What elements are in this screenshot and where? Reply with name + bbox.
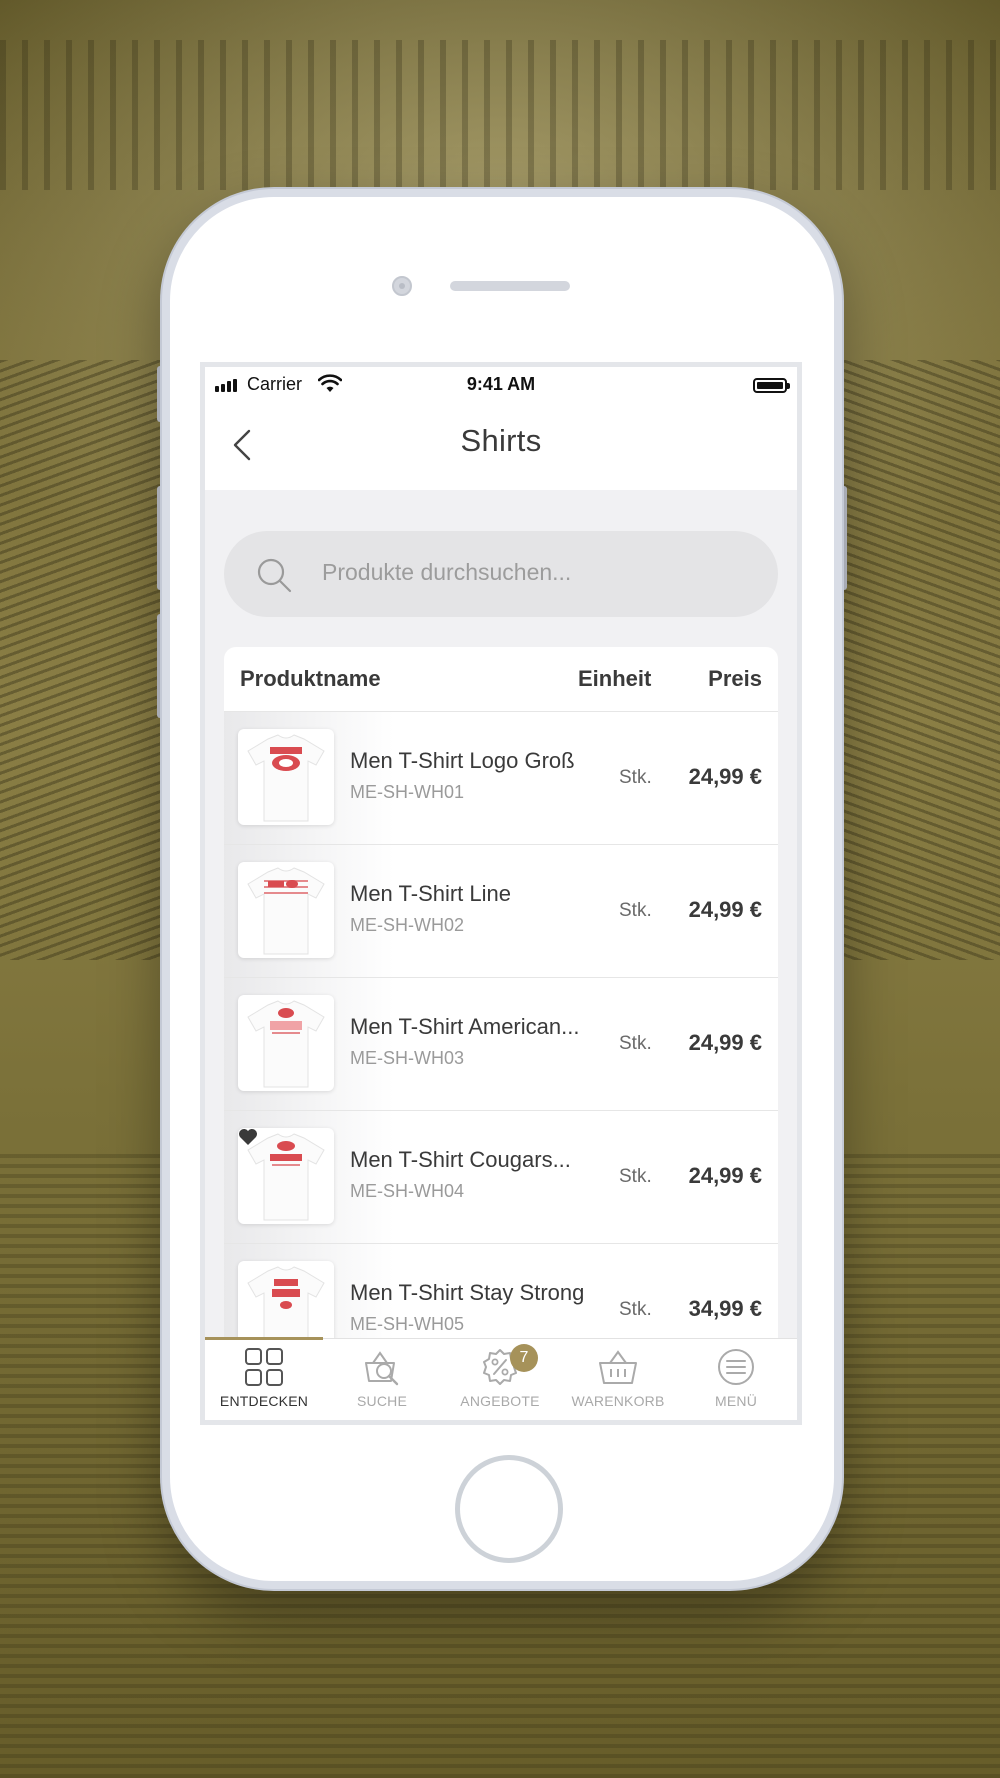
product-name: Men T-Shirt Stay Strong xyxy=(350,1280,585,1305)
stadium-roof xyxy=(0,40,1000,190)
tshirt-icon xyxy=(247,734,325,822)
app-screen: Carrier 9:41 AM Shirts Produkte durchsuc… xyxy=(200,362,802,1425)
table-row[interactable]: Men T-Shirt Cougars... ME-SH-WH04 Stk. 2… xyxy=(224,1111,778,1244)
tab-warenkorb[interactable]: WARENKORB xyxy=(559,1339,677,1420)
tab-label: MENÜ xyxy=(714,1393,758,1409)
product-price: 24,99 € xyxy=(688,1030,762,1055)
home-button[interactable] xyxy=(455,1455,563,1563)
product-image xyxy=(238,995,334,1091)
search-icon xyxy=(257,558,292,593)
column-header-name: Produktname xyxy=(240,666,381,691)
column-header-price: Preis xyxy=(708,666,762,691)
product-name: Men T-Shirt Cougars... xyxy=(350,1147,571,1172)
product-name: Men T-Shirt Line xyxy=(350,881,512,906)
front-camera xyxy=(392,276,412,296)
tab-label: WARENKORB xyxy=(571,1393,665,1409)
product-sku: ME-SH-WH05 xyxy=(350,1314,465,1334)
tab-label: ANGEBOTE xyxy=(460,1393,540,1409)
tab-label: ENTDECKEN xyxy=(219,1393,309,1409)
status-time: 9:41 AM xyxy=(466,374,536,394)
basket-search-icon xyxy=(365,1351,399,1386)
earpiece-speaker xyxy=(450,281,570,291)
product-unit: Stk. xyxy=(619,767,652,788)
product-price: 34,99 € xyxy=(688,1296,762,1321)
tab-angebote[interactable]: 7 ANGEBOTE xyxy=(441,1339,559,1420)
basket-icon xyxy=(599,1350,637,1384)
search-input[interactable]: Produkte durchsuchen... xyxy=(224,531,778,617)
table-row[interactable]: Men T-Shirt Logo Groß ME-SH-WH01 Stk. 24… xyxy=(224,712,778,845)
product-image xyxy=(238,1128,334,1224)
table-row[interactable]: Men T-Shirt American... ME-SH-WH03 Stk. … xyxy=(224,978,778,1111)
column-header-unit: Einheit xyxy=(578,666,652,691)
search-placeholder: Produkte durchsuchen... xyxy=(322,559,572,585)
product-unit: Stk. xyxy=(619,1033,652,1054)
menu-icon xyxy=(718,1349,754,1385)
product-sku: ME-SH-WH04 xyxy=(350,1181,465,1201)
table-row[interactable]: Men T-Shirt Line ME-SH-WH02 Stk. 24,99 € xyxy=(224,845,778,978)
product-price: 24,99 € xyxy=(688,764,762,789)
tab-suche[interactable]: SUCHE xyxy=(323,1339,441,1420)
product-sku: ME-SH-WH01 xyxy=(350,782,465,802)
tab-menu[interactable]: MENÜ xyxy=(677,1339,795,1420)
tab-bar: ENTDECKEN SUCHE 7 ANGEBOTE WARENKORB MEN… xyxy=(205,1337,797,1420)
product-sku: ME-SH-WH03 xyxy=(350,1048,465,1068)
offers-count-badge: 7 xyxy=(510,1344,538,1372)
product-price: 24,99 € xyxy=(688,1163,762,1188)
product-sku: ME-SH-WH02 xyxy=(350,915,465,935)
product-unit: Stk. xyxy=(619,900,652,921)
page-title: Shirts xyxy=(460,423,542,458)
grid-icon xyxy=(245,1348,283,1386)
product-table: Produktname Einheit Preis Men T-Shirt Lo… xyxy=(224,647,778,1377)
tshirt-icon xyxy=(247,867,325,955)
tshirt-icon xyxy=(247,1000,325,1088)
product-image xyxy=(238,729,334,825)
product-image xyxy=(238,862,334,958)
product-unit: Stk. xyxy=(619,1166,652,1187)
product-name: Men T-Shirt American... xyxy=(350,1014,580,1039)
navigation-bar: Shirts xyxy=(205,401,797,490)
favorite-heart-icon[interactable] xyxy=(238,1128,258,1146)
product-price: 24,99 € xyxy=(688,897,762,922)
battery-icon xyxy=(753,378,790,393)
product-unit: Stk. xyxy=(619,1299,652,1320)
table-header: Produktname Einheit Preis xyxy=(224,647,778,712)
tab-label: SUCHE xyxy=(356,1393,407,1409)
tab-entdecken[interactable]: ENTDECKEN xyxy=(205,1339,323,1420)
status-bar: Carrier 9:41 AM xyxy=(205,367,797,401)
product-name: Men T-Shirt Logo Groß xyxy=(350,748,575,773)
